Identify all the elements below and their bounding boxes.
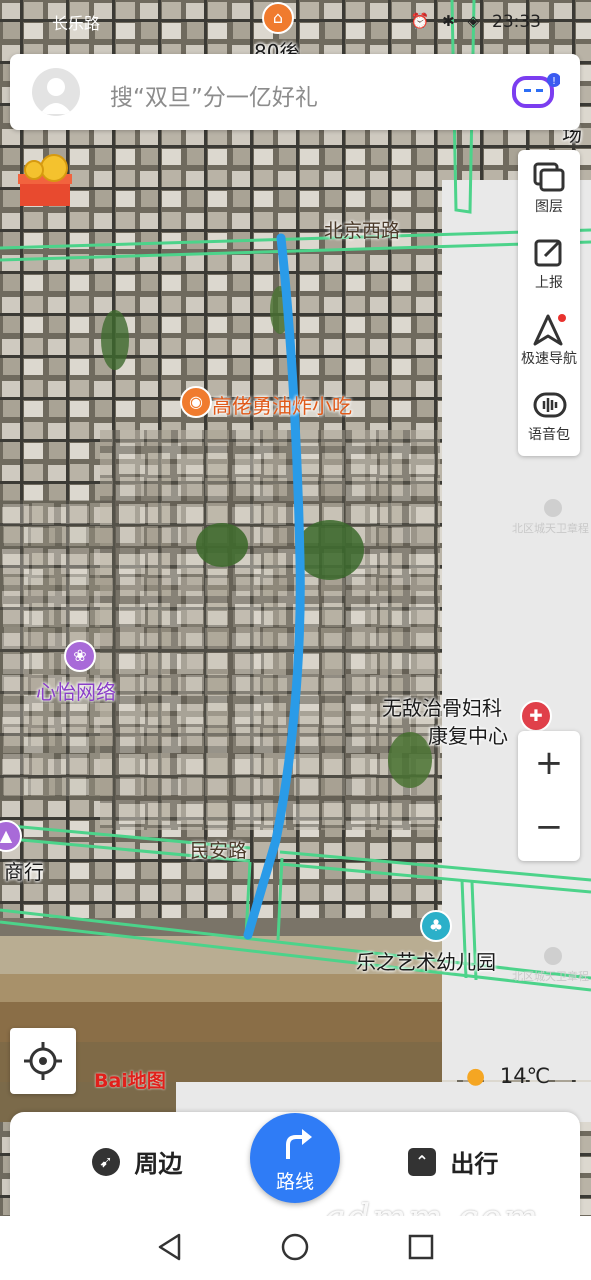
map-tools-panel: 图层 上报 极速导航 语音包 (518, 150, 580, 456)
home-icon[interactable] (280, 1232, 310, 1262)
route-label: 路线 (275, 1171, 314, 1193)
crosshair-icon (24, 1042, 62, 1080)
zoom-control: + − (518, 731, 580, 861)
top-poi-icon[interactable]: ⌂ (262, 2, 294, 34)
food-poi-icon[interactable]: ◉ (180, 386, 212, 418)
clinic-poi-label-2[interactable]: 康复中心 (428, 720, 508, 749)
clinic-poi-icon[interactable]: ✚ (520, 700, 552, 732)
back-icon[interactable] (155, 1232, 185, 1262)
turn-arrow-icon (286, 1129, 312, 1159)
layers-icon (533, 162, 565, 192)
road-label-beijing-west: 北京西路 (324, 220, 401, 242)
sun-icon: ● (466, 1064, 486, 1089)
net-poi-label[interactable]: 心怡网络 (36, 676, 116, 705)
assistant-icon[interactable]: ! (512, 72, 561, 112)
recents-icon[interactable] (406, 1232, 436, 1262)
locate-button[interactable] (10, 1028, 76, 1094)
status-icons: ⏰ ✱ ◈ (410, 12, 483, 30)
voice-pack-label: 语音包 (528, 427, 570, 443)
voice-pack-button[interactable]: 语音包 (518, 378, 580, 454)
report-button[interactable]: 上报 (518, 226, 580, 302)
navigation-icon (533, 314, 566, 346)
baidu-map-logo: Bai地图 (94, 1070, 166, 1092)
search-placeholder[interactable]: 搜“双旦”分一亿好礼 (110, 78, 318, 112)
status-time: 23:33 (492, 12, 541, 32)
gift-promo-icon[interactable] (14, 150, 78, 210)
status-left-text: 长乐路 (52, 14, 101, 33)
travel-icon: ⌃ (408, 1147, 436, 1176)
layers-button[interactable]: 图层 (518, 150, 580, 226)
shop-poi-label[interactable]: 商行 (4, 856, 44, 885)
layers-label: 图层 (535, 199, 563, 215)
voice-pack-icon (533, 392, 567, 418)
system-nav-bar (0, 1216, 591, 1280)
nearby-label: 周边 (134, 1150, 183, 1178)
faded-label-2: 北区城天卫章程 (512, 970, 589, 983)
route-button[interactable]: 路线 (250, 1113, 340, 1203)
compass-icon: ➹ (92, 1147, 120, 1176)
weather-widget[interactable]: ● 14℃ (466, 1064, 550, 1089)
report-icon (534, 239, 562, 267)
school-poi-icon[interactable]: ♣ (420, 910, 452, 942)
school-poi-label[interactable]: 乐之艺术幼儿园 (356, 946, 496, 975)
travel-label: 出行 (450, 1150, 499, 1178)
fast-nav-label: 极速导航 (521, 351, 577, 367)
travel-button[interactable]: ⌃ 出行 (408, 1144, 498, 1179)
food-poi-label[interactable]: 高佬勇油炸小吃 (212, 390, 352, 419)
svg-text:!: ! (552, 76, 556, 87)
zoom-out-button[interactable]: − (518, 795, 580, 859)
zoom-in-button[interactable]: + (518, 731, 580, 795)
nearby-button[interactable]: ➹ 周边 (92, 1144, 182, 1179)
temperature: 14℃ (499, 1064, 551, 1088)
search-bar[interactable]: 搜“双旦”分一亿好礼 ! (10, 54, 580, 130)
avatar[interactable] (32, 68, 80, 116)
faded-label-1: 北区城天卫章程 (512, 522, 589, 535)
net-poi-icon[interactable]: ❀ (64, 640, 96, 672)
clinic-poi-label-1[interactable]: 无敌治骨妇科 (382, 692, 502, 721)
road-label-minan: 民安路 (190, 840, 248, 862)
report-label: 上报 (535, 275, 563, 291)
fast-nav-button[interactable]: 极速导航 (518, 302, 580, 378)
